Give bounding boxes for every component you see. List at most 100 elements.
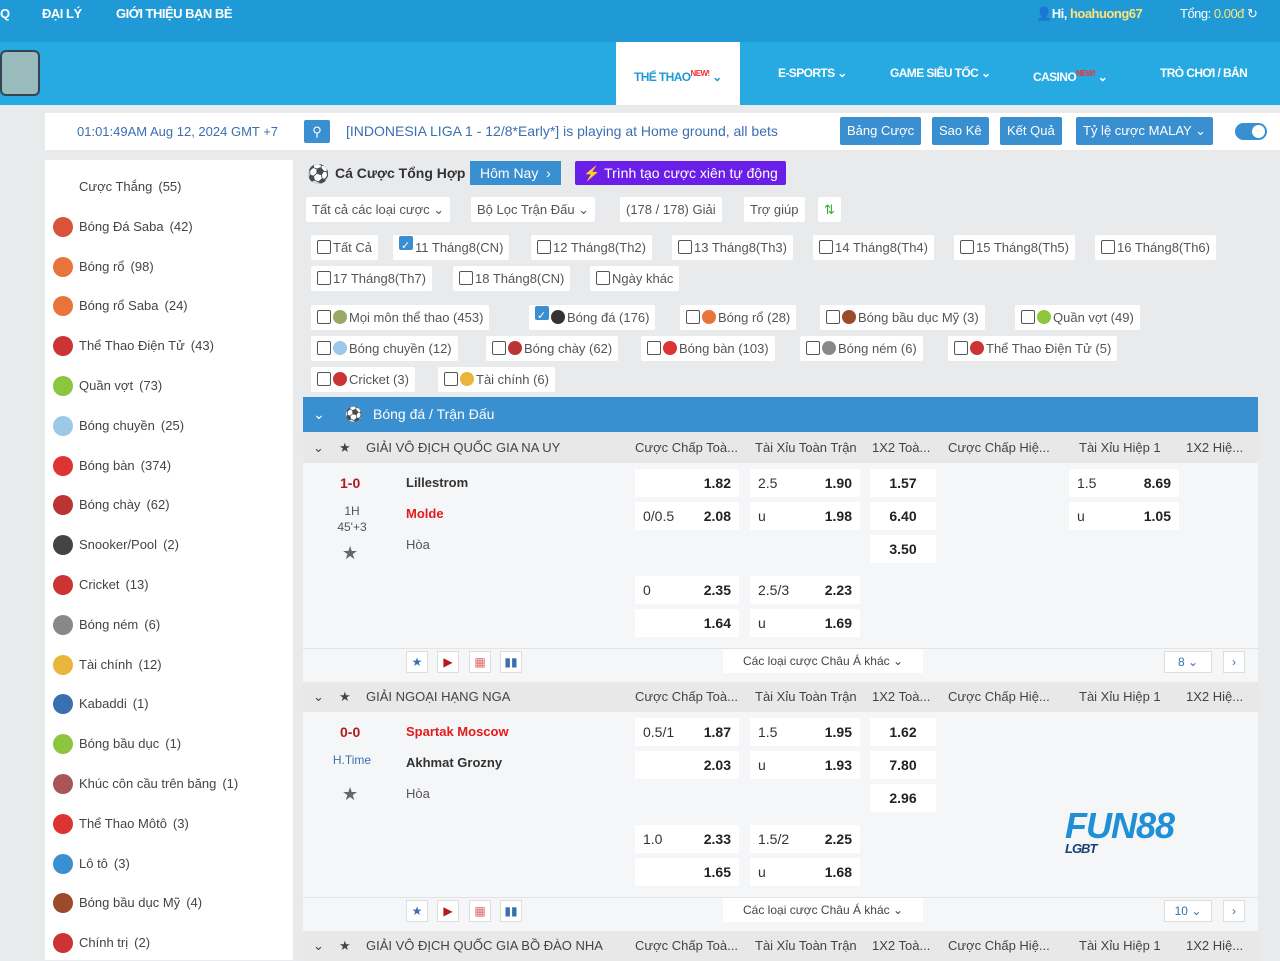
odds-cell[interactable]: 1.57 xyxy=(870,469,936,497)
sidebar-item[interactable]: Cược Thắng (55) xyxy=(79,172,181,202)
checkbox[interactable] xyxy=(535,306,549,320)
odds-cell[interactable]: u 1.68 xyxy=(750,858,860,886)
checkbox[interactable] xyxy=(1021,310,1035,324)
odds-cell[interactable]: 3.50 xyxy=(870,535,936,563)
toggle-switch[interactable] xyxy=(1235,123,1267,140)
odds-cell[interactable]: 1.82 xyxy=(635,469,739,497)
sidebar-item[interactable]: Kabaddi (1) xyxy=(53,689,149,719)
league-header[interactable]: ⌄ ★ GIẢI NGOẠI HẠNG NGA Cược Chấp Toà... Tài… xyxy=(303,682,1258,712)
star-icon[interactable]: ★ xyxy=(339,931,351,961)
checkbox[interactable] xyxy=(317,372,331,386)
date-filter[interactable]: Tất Cả xyxy=(311,235,379,260)
today-button[interactable]: Hôm Nay › xyxy=(470,161,561,185)
faq-link[interactable]: Q xyxy=(0,6,10,21)
odds-cell[interactable]: 0 2.35 xyxy=(635,576,739,604)
live-stream-icon[interactable]: ▶ xyxy=(437,651,459,673)
checkbox[interactable] xyxy=(444,372,458,386)
favorite-star-icon[interactable]: ★ xyxy=(342,784,358,805)
odds-cell[interactable]: 1.65 xyxy=(635,858,739,886)
favorite-icon[interactable]: ★ xyxy=(406,651,428,673)
sidebar-item[interactable]: Chính trị (2) xyxy=(53,928,150,958)
sport-filter[interactable]: Bóng chuyền (12) xyxy=(311,336,458,361)
scoreboard-icon[interactable]: ▦ xyxy=(469,900,491,922)
sport-filter[interactable]: Mọi môn thể thao (453) xyxy=(311,305,490,330)
odds-cell[interactable]: u 1.05 xyxy=(1069,502,1179,530)
sport-filter[interactable]: Bóng bầu dục Mỹ (3) xyxy=(820,305,985,330)
odds-cell[interactable]: 1.5/2 2.25 xyxy=(750,825,860,853)
sidebar-item[interactable]: Bóng ném (6) xyxy=(53,610,160,640)
nav-item[interactable]: CASINONEW! ⌄ xyxy=(1015,42,1125,105)
date-filter[interactable]: 17 Tháng8(Th7) xyxy=(311,266,432,291)
star-icon[interactable]: ★ xyxy=(339,682,351,712)
sidebar-item[interactable]: Khúc côn cầu trên băng (1) xyxy=(53,769,238,799)
search-icon[interactable]: ⚲ xyxy=(304,120,330,143)
checkbox[interactable] xyxy=(596,271,610,285)
checkbox[interactable] xyxy=(1101,240,1115,254)
odds-cell[interactable]: 6.40 xyxy=(870,502,936,530)
date-filter[interactable]: 11 Tháng8(CN) xyxy=(393,235,510,260)
date-filter[interactable]: Ngày khác xyxy=(590,266,680,291)
statement-button[interactable]: Sao Kê xyxy=(932,117,989,145)
odds-cell[interactable]: 0.5/1 1.87 xyxy=(635,718,739,746)
date-filter[interactable]: 18 Tháng8(CN) xyxy=(453,266,571,291)
scoreboard-icon[interactable]: ▦ xyxy=(469,651,491,673)
sport-filter[interactable]: Quần vợt (49) xyxy=(1015,305,1140,330)
help-button[interactable]: Trợ giúp xyxy=(744,197,805,222)
more-count-select[interactable]: 10 ⌄ xyxy=(1164,900,1212,922)
sidebar-item[interactable]: Bóng bàn (374) xyxy=(53,451,171,481)
more-asian-bets-dropdown[interactable]: Các loại cược Châu Á khác ⌄ xyxy=(723,649,924,673)
sidebar-item[interactable]: Lô tô (3) xyxy=(53,849,130,879)
odds-cell[interactable]: u 1.93 xyxy=(750,751,860,779)
bet-type-filter[interactable]: Tất cả các loại cược ⌄ xyxy=(306,197,451,222)
checkbox[interactable] xyxy=(647,341,661,355)
collapse-icon[interactable]: ⌄ xyxy=(313,397,325,432)
checkbox[interactable] xyxy=(686,310,700,324)
sport-filter[interactable]: Bóng chày (62) xyxy=(486,336,619,361)
match-filter[interactable]: Bộ Lọc Trận Đấu ⌄ xyxy=(471,197,596,222)
news-ticker[interactable]: [INDONESIA LIGA 1 - 12/8*Early*] is play… xyxy=(346,123,778,139)
odds-cell[interactable]: 2.5/3 2.23 xyxy=(750,576,860,604)
more-count-select[interactable]: 8 ⌄ xyxy=(1164,651,1212,673)
nav-item[interactable]: THỂ THAONEW! ⌄ xyxy=(616,42,740,105)
sport-filter[interactable]: Bóng ném (6) xyxy=(800,336,923,361)
sport-filter[interactable]: Bóng đá (176) xyxy=(529,305,656,330)
checkbox[interactable] xyxy=(459,271,473,285)
stats-icon[interactable]: ▮▮ xyxy=(500,651,522,673)
sport-filter[interactable]: Cricket (3) xyxy=(311,367,415,392)
checkbox[interactable] xyxy=(678,240,692,254)
odds-cell[interactable]: 2.03 xyxy=(635,751,739,779)
checkbox[interactable] xyxy=(954,341,968,355)
odds-cell[interactable]: u 1.98 xyxy=(750,502,860,530)
more-asian-bets-dropdown[interactable]: Các loại cược Châu Á khác ⌄ xyxy=(723,898,924,922)
league-header[interactable]: ⌄ ★ GIẢI VÔ ĐỊCH QUỐC GIA BỒ ĐÀO NHA Cược C… xyxy=(303,931,1258,961)
odds-cell[interactable]: 2.5 1.90 xyxy=(750,469,860,497)
checkbox[interactable] xyxy=(317,310,331,324)
checkbox[interactable] xyxy=(317,271,331,285)
odds-cell[interactable]: u 1.69 xyxy=(750,609,860,637)
sort-icon[interactable]: ⇅ xyxy=(818,197,841,222)
sidebar-item[interactable]: Thể Thao Điện Tử (43) xyxy=(53,331,214,361)
odds-cell[interactable]: 2.96 xyxy=(870,784,936,812)
nav-item[interactable]: TRÒ CHƠI / BẮN CÁ ⌄ xyxy=(1142,42,1280,143)
live-stream-icon[interactable]: ▶ xyxy=(437,900,459,922)
odds-type-select[interactable]: Tỷ lệ cược MALAY ⌄ xyxy=(1076,117,1214,145)
sidebar-item[interactable]: Tài chính (12) xyxy=(53,650,162,680)
checkbox[interactable] xyxy=(317,341,331,355)
sidebar-item[interactable]: Thể Thao Môtô (3) xyxy=(53,809,189,839)
sidebar-item[interactable]: Bóng chày (62) xyxy=(53,490,170,520)
checkbox[interactable] xyxy=(960,240,974,254)
nav-item[interactable]: GAME SIÊU TỐC ⌄ xyxy=(872,42,1008,105)
sidebar-item[interactable]: Bóng chuyền (25) xyxy=(53,411,184,441)
checkbox[interactable] xyxy=(819,240,833,254)
next-arrow-icon[interactable]: › xyxy=(1223,651,1245,673)
checkbox[interactable] xyxy=(806,341,820,355)
sidebar-item[interactable]: Quần vợt (73) xyxy=(53,371,162,401)
club-logo[interactable] xyxy=(0,50,40,96)
checkbox[interactable] xyxy=(537,240,551,254)
odds-cell[interactable]: 1.62 xyxy=(870,718,936,746)
odds-cell[interactable]: 1.0 2.33 xyxy=(635,825,739,853)
agent-link[interactable]: ĐẠI LÝ xyxy=(42,6,82,21)
league-header[interactable]: ⌄ ★ GIẢI VÔ ĐỊCH QUỐC GIA NA UY Cược Chấp T… xyxy=(303,433,1258,463)
parlay-builder-button[interactable]: ⚡ Trình tạo cược xiên tự động xyxy=(575,161,786,185)
user-greeting[interactable]: 👤Hi, hoahuong67 xyxy=(1036,6,1143,22)
